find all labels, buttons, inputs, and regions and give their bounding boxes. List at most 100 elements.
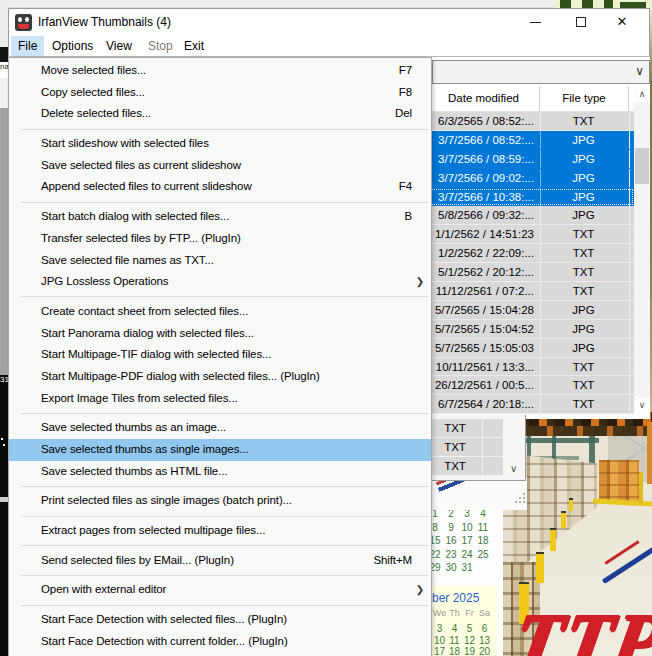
menu-item[interactable]: Open with external editor❯ <box>9 579 431 601</box>
file-row[interactable]: 26/12/2561 / 00:5...TXT <box>428 376 634 395</box>
file-row[interactable]: 5/7/2565 / 15:05:03JPG <box>428 339 634 358</box>
file-row[interactable]: 6/3/2565 / 08:52:...TXT <box>428 112 634 131</box>
menubar-item-exit[interactable]: Exit <box>177 36 211 56</box>
menu-item[interactable]: Save selected file names as TXT... <box>9 250 431 272</box>
menu-item[interactable]: JPG Lossless Operations❯ <box>9 271 431 293</box>
background-left-sliver: na 31 <box>0 0 8 656</box>
calendar-week-row: 891011 <box>427 522 497 533</box>
menu-item[interactable]: Create contact sheet from selected files… <box>9 301 431 323</box>
column-header-date-modified[interactable]: Date modified <box>428 86 540 111</box>
menubar-item-view[interactable]: View <box>99 36 139 56</box>
minimize-button[interactable] <box>516 9 556 36</box>
menu-item[interactable]: Append selected files to current slidesh… <box>9 176 431 198</box>
file-row[interactable]: 5/1/2562 / 20:12:...TXT <box>428 263 634 282</box>
sub-file-row[interactable]: TXT <box>428 457 503 476</box>
menubar-item-stop[interactable]: Stop <box>141 36 180 56</box>
file-rows: 6/3/2565 / 08:52:...TXT3/7/2566 / 08:52:… <box>428 112 634 414</box>
vertical-scrollbar[interactable]: ∧ ∨ <box>634 86 650 414</box>
menu-item[interactable]: Send selected files by EMail... (PlugIn)… <box>9 550 431 572</box>
menu-item[interactable]: Save selected files as current slideshow <box>9 155 431 177</box>
photo-guard-post <box>536 552 544 583</box>
folder-combobox[interactable]: ∨ <box>432 60 650 84</box>
menu-item[interactable]: Delete selected files...Del <box>9 103 431 125</box>
calendar-week-row: 22232425 <box>427 549 497 560</box>
menu-item[interactable]: Start Panorama dialog with selected file… <box>9 323 431 345</box>
bg-text-fragment: 31 <box>0 375 8 656</box>
window-title: IrfanView Thumbnails (4) <box>38 15 171 29</box>
bg-text-fragment: na <box>0 62 8 78</box>
calendar-lower: ber 2025 WeThFrSa 34561011121317181920 <box>432 586 497 656</box>
submenu-arrow-icon: ❯ <box>416 271 424 293</box>
scroll-down-icon[interactable]: ∨ <box>510 463 517 474</box>
menu-item[interactable]: Start Face Detection with selected files… <box>9 609 431 631</box>
menu-separator <box>21 575 429 576</box>
title-bar[interactable]: IrfanView Thumbnails (4) ✕ <box>8 8 650 36</box>
close-button[interactable]: ✕ <box>602 9 642 36</box>
photo-yellow-guard-line <box>593 498 652 506</box>
column-header-file-type[interactable]: File type <box>540 86 629 111</box>
file-row[interactable]: 10/11/2561 / 13:3...TXT <box>428 358 634 377</box>
menu-item[interactable]: Print selected files as single images (b… <box>9 490 431 512</box>
photo-logo-text: TTP <box>507 596 652 656</box>
calendar-upper-grid: 12348910111516171822232425293031 <box>432 506 497 586</box>
calendar-week-row: 15161718 <box>427 535 497 546</box>
menu-separator <box>21 296 429 297</box>
bg-fragment <box>0 0 8 47</box>
menu-item[interactable]: Start Face Detection with current folder… <box>9 631 431 653</box>
calendar-week-row: 293031 <box>427 562 497 573</box>
file-row[interactable]: 3/7/2566 / 09:02:...JPG <box>428 169 634 188</box>
maximize-button[interactable] <box>562 9 602 36</box>
menu-separator <box>21 129 429 130</box>
file-row[interactable]: 3/7/2566 / 08:52:...JPG <box>428 131 634 150</box>
file-row[interactable]: 1/2/2562 / 22:09:...TXT <box>428 244 634 263</box>
sub-file-row[interactable]: TXT <box>428 438 503 457</box>
background-top-strip <box>8 0 554 8</box>
menu-item[interactable]: Save selected thumbs as an image... <box>9 417 431 439</box>
menubar-item-options[interactable]: Options <box>45 36 100 56</box>
bg-fragment <box>0 497 8 502</box>
scroll-down-icon[interactable]: ∨ <box>634 397 650 414</box>
scrollbar-thumb[interactable] <box>635 148 649 184</box>
calendar-week-row: 10111213 <box>432 635 492 646</box>
menu-item[interactable]: Start Multipage-PDF dialog with selected… <box>9 366 431 388</box>
menu-item[interactable]: Save selected thumbs as HTML file... <box>9 461 431 483</box>
submenu-arrow-icon: ❯ <box>416 579 424 601</box>
file-row[interactable]: 1/1/2562 / 14:51:23TXT <box>428 225 634 244</box>
photo-guard-post <box>550 528 556 551</box>
menu-item[interactable]: Export Image Tiles from selected files..… <box>9 388 431 410</box>
file-row[interactable]: 6/7/2564 / 20:18:...TXT <box>428 395 634 414</box>
menu-item[interactable]: Save selected thumbs as single images... <box>9 439 431 461</box>
file-row[interactable]: 5/7/2565 / 15:04:28JPG <box>428 301 634 320</box>
menu-item[interactable]: Start batch dialog with selected files..… <box>9 206 431 228</box>
menu-separator <box>21 605 429 606</box>
file-row[interactable]: 3/7/2566 / 10:38:...JPG <box>428 188 634 207</box>
list-header: Date modified File type <box>428 86 650 112</box>
bg-fragment <box>0 78 8 108</box>
menu-separator <box>21 413 429 414</box>
irfanview-icon <box>15 14 32 31</box>
menu-separator <box>21 516 429 517</box>
photo-guard-post <box>569 498 573 511</box>
calendar-week-row: 3456 <box>432 623 492 634</box>
calendar-day-headers: WeThFrSa <box>432 608 492 618</box>
menu-item[interactable]: Move selected files...F7 <box>9 60 431 82</box>
scroll-up-icon[interactable]: ∧ <box>634 86 650 103</box>
menu-item[interactable]: Start slideshow with selected files <box>9 133 431 155</box>
bg-fragment <box>1 438 3 440</box>
sub-file-row[interactable]: TXT <box>428 419 503 438</box>
menu-item[interactable]: Transfer selected files by FTP... (PlugI… <box>9 228 431 250</box>
screenshot: { "background": { "left_fragment_top_tex… <box>0 0 652 656</box>
file-row[interactable]: 5/8/2566 / 09:32:...JPG <box>428 206 634 225</box>
resize-grip[interactable] <box>515 493 527 507</box>
menu-item[interactable]: Extract pages from selected multipage fi… <box>9 520 431 542</box>
menu-separator <box>21 486 429 487</box>
bg-fragment <box>0 47 8 62</box>
file-row[interactable]: 5/7/2565 / 15:04:52JPG <box>428 320 634 339</box>
menubar-item-file[interactable]: File <box>11 36 44 56</box>
menu-item[interactable]: Copy selected files...F8 <box>9 82 431 104</box>
file-row[interactable]: 11/12/2561 / 07:2...TXT <box>428 282 634 301</box>
file-row[interactable]: 3/7/2566 / 08:59:...JPG <box>428 150 634 169</box>
menu-item[interactable]: Start Multipage-TIF dialog with selected… <box>9 344 431 366</box>
chevron-down-icon[interactable]: ∨ <box>635 64 644 78</box>
file-menu-dropdown: Move selected files...F7Copy selected fi… <box>8 57 432 656</box>
